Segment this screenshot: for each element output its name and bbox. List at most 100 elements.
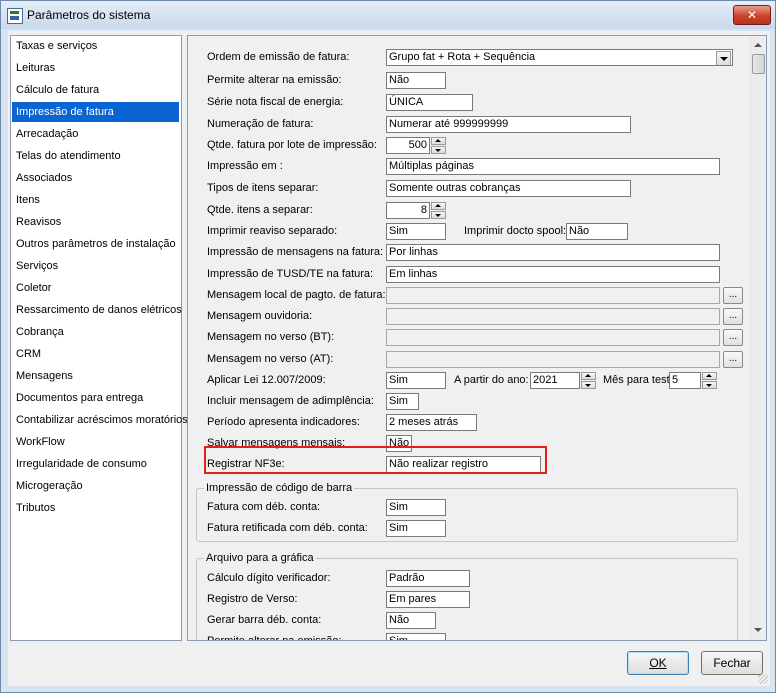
sidebar-item[interactable]: Itens bbox=[12, 190, 179, 210]
qtde-itens-label: Qtde. itens a separar: bbox=[207, 204, 313, 216]
calculo-digito-field[interactable]: Padrão bbox=[386, 570, 470, 587]
scroll-up-icon[interactable] bbox=[751, 37, 766, 53]
imprimir-reaviso-label: Imprimir reaviso separado: bbox=[207, 225, 338, 237]
imprimir-reaviso-field[interactable]: Sim bbox=[386, 223, 446, 240]
ordem-emissao-value: Grupo fat + Rota + Sequência bbox=[389, 51, 536, 63]
imprimir-spool-label: Imprimir docto spool: bbox=[464, 225, 567, 237]
registro-verso-field[interactable]: Em pares bbox=[386, 591, 470, 608]
periodo-indicadores-field[interactable]: 2 meses atrás bbox=[386, 414, 477, 431]
permite-alterar-field[interactable]: Não bbox=[386, 72, 446, 89]
sidebar-item[interactable]: Mensagens bbox=[12, 366, 179, 386]
msg-local-pagto-field[interactable] bbox=[386, 287, 720, 304]
mes-teste-spinner[interactable] bbox=[702, 372, 717, 389]
sidebar-item[interactable]: WorkFlow bbox=[12, 432, 179, 452]
sidebar-item[interactable]: Coletor bbox=[12, 278, 179, 298]
barcode-group-title: Impressão de código de barra bbox=[204, 481, 355, 495]
spin-up-icon[interactable] bbox=[702, 372, 717, 380]
sidebar-item[interactable]: Ressarcimento de danos elétricos bbox=[12, 300, 182, 320]
chevron-down-icon[interactable] bbox=[716, 51, 731, 65]
sidebar-item[interactable]: Associados bbox=[12, 168, 179, 188]
a-partir-ano-spinner[interactable] bbox=[581, 372, 596, 389]
impressao-mensagens-field[interactable]: Por linhas bbox=[386, 244, 720, 261]
msg-ouvidoria-button[interactable]: ... bbox=[723, 308, 743, 325]
sidebar-item[interactable]: Irregularidade de consumo bbox=[12, 454, 179, 474]
a-partir-ano-field[interactable]: 2021 bbox=[530, 372, 580, 389]
numeracao-label: Numeração de fatura: bbox=[207, 118, 314, 130]
spin-down-icon[interactable] bbox=[702, 381, 717, 389]
sidebar-item[interactable]: Outros parâmetros de instalação bbox=[12, 234, 179, 254]
tipos-itens-field[interactable]: Somente outras cobranças bbox=[386, 180, 631, 197]
spin-down-icon[interactable] bbox=[431, 211, 446, 219]
sidebar-item[interactable]: Taxas e serviços bbox=[12, 36, 179, 56]
impressao-tusd-label: Impressão de TUSD/TE na fatura: bbox=[207, 268, 374, 280]
sidebar-item[interactable]: Impressão de fatura bbox=[12, 102, 179, 122]
close-button[interactable]: ✕ bbox=[733, 5, 771, 25]
calculo-digito-label: Cálculo dígito verificador: bbox=[207, 572, 331, 584]
category-list[interactable]: Taxas e serviços Leituras Cálculo de fatur… bbox=[10, 35, 188, 641]
spin-up-icon[interactable] bbox=[581, 372, 596, 380]
ordem-emissao-label: Ordem de emissão de fatura: bbox=[207, 51, 350, 63]
fechar-button[interactable]: Fechar bbox=[701, 651, 763, 675]
gerar-barra-field[interactable]: Não bbox=[386, 612, 436, 629]
aplicar-lei-label: Aplicar Lei 12.007/2009: bbox=[207, 374, 326, 386]
qtde-itens-spinner[interactable] bbox=[431, 202, 446, 219]
ok-button-label: OK bbox=[649, 656, 667, 670]
gerar-barra-label: Gerar barra déb. conta: bbox=[207, 614, 322, 626]
spin-up-icon[interactable] bbox=[431, 202, 446, 210]
sidebar-item[interactable]: CRM bbox=[12, 344, 179, 364]
numeracao-field[interactable]: Numerar até 999999999 bbox=[386, 116, 631, 133]
qtde-fatura-spinner[interactable] bbox=[431, 137, 446, 154]
sidebar-item[interactable]: Cálculo de fatura bbox=[12, 80, 179, 100]
panel-scrollbar[interactable] bbox=[750, 37, 766, 639]
msg-verso-bt-field[interactable] bbox=[386, 329, 720, 346]
qtde-fatura-field[interactable]: 500 bbox=[386, 137, 430, 154]
sidebar-item[interactable]: Microgeração bbox=[12, 476, 179, 496]
resize-grip-icon[interactable] bbox=[758, 674, 768, 684]
msg-verso-at-button[interactable]: ... bbox=[723, 351, 743, 368]
sidebar-item[interactable]: Documentos para entrega bbox=[12, 388, 179, 408]
system-parameters-window: Parâmetros do sistema ✕ Taxas e serviços… bbox=[0, 0, 776, 693]
incluir-adimplencia-field[interactable]: Sim bbox=[386, 393, 419, 410]
spin-down-icon[interactable] bbox=[431, 146, 446, 154]
ordem-emissao-select[interactable]: Grupo fat + Rota + Sequência bbox=[386, 49, 733, 66]
msg-verso-bt-button[interactable]: ... bbox=[723, 329, 743, 346]
spin-up-icon[interactable] bbox=[431, 137, 446, 145]
permite-alterar-label: Permite alterar na emissão: bbox=[207, 74, 342, 86]
sidebar-item[interactable]: Arrecadação bbox=[12, 124, 179, 144]
impressao-em-field[interactable]: Múltiplas páginas bbox=[386, 158, 720, 175]
fatura-retificada-field[interactable]: Sim bbox=[386, 520, 446, 537]
aplicar-lei-field[interactable]: Sim bbox=[386, 372, 446, 389]
sidebar-item[interactable]: Contabilizar acréscimos moratórios bbox=[12, 410, 188, 430]
tipos-itens-label: Tipos de itens separar: bbox=[207, 182, 319, 194]
impressao-tusd-field[interactable]: Em linhas bbox=[386, 266, 720, 283]
sidebar-item[interactable]: Leituras bbox=[12, 58, 179, 78]
imprimir-spool-field[interactable]: Não bbox=[566, 223, 628, 240]
window-title: Parâmetros do sistema bbox=[27, 8, 151, 22]
msg-local-pagto-button[interactable]: ... bbox=[723, 287, 743, 304]
app-window-icon bbox=[7, 8, 23, 24]
msg-ouvidoria-field[interactable] bbox=[386, 308, 720, 325]
sidebar-item[interactable]: Tributos bbox=[12, 498, 179, 518]
fechar-button-label: Fechar bbox=[713, 656, 751, 670]
spin-down-icon[interactable] bbox=[581, 381, 596, 389]
msg-local-pagto-label: Mensagem local de pagto. de fatura: bbox=[207, 289, 386, 301]
serie-nota-field[interactable]: ÚNICA bbox=[386, 94, 473, 111]
msg-verso-at-field[interactable] bbox=[386, 351, 720, 368]
ok-button[interactable]: OK bbox=[627, 651, 689, 675]
sidebar-item[interactable]: Cobrança bbox=[12, 322, 179, 342]
sidebar-item[interactable]: Telas do atendimento bbox=[12, 146, 179, 166]
title-bar[interactable]: Parâmetros do sistema ✕ bbox=[1, 1, 775, 29]
fatura-deb-field[interactable]: Sim bbox=[386, 499, 446, 516]
scroll-thumb[interactable] bbox=[752, 54, 765, 74]
a-partir-ano-label: A partir do ano: bbox=[454, 374, 529, 386]
sidebar-item[interactable]: Serviços bbox=[12, 256, 179, 276]
highlight-box bbox=[204, 446, 547, 474]
grafica-permite-alterar-label: Permite alterar na emissão: bbox=[207, 635, 342, 641]
grafica-permite-alterar-field[interactable]: Sim bbox=[386, 633, 446, 640]
mes-teste-field[interactable]: 5 bbox=[669, 372, 701, 389]
periodo-indicadores-label: Período apresenta indicadores: bbox=[207, 416, 360, 428]
sidebar-item[interactable]: Reavisos bbox=[12, 212, 179, 232]
scroll-down-icon[interactable] bbox=[751, 623, 766, 639]
qtde-itens-field[interactable]: 8 bbox=[386, 202, 430, 219]
msg-ouvidoria-label: Mensagem ouvidoria: bbox=[207, 310, 313, 322]
